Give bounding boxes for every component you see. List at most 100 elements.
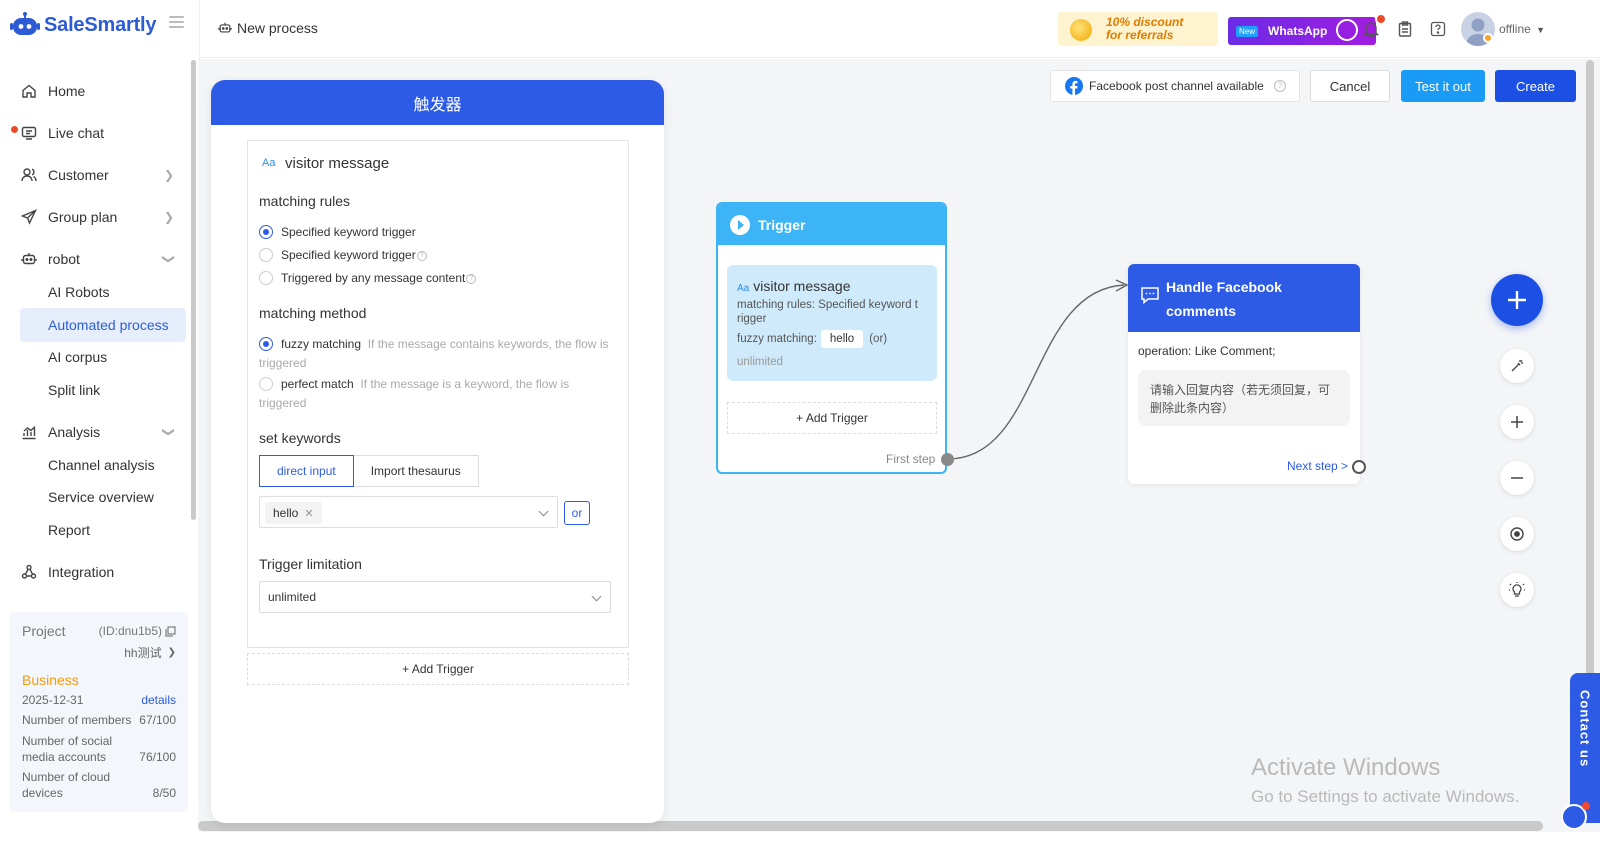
method-name: perfect match	[281, 377, 354, 391]
radio-selected[interactable]	[259, 337, 273, 351]
scroll-track	[198, 832, 1600, 848]
activation-watermark-subtitle: Go to Settings to activate Windows.	[1251, 787, 1520, 806]
help-icon[interactable]: ?	[416, 250, 427, 261]
keyword-source-tabs: direct input Import thesaurus	[259, 455, 479, 487]
add-trigger-button[interactable]: + Add Trigger	[247, 653, 629, 685]
recenter-button[interactable]	[1500, 517, 1534, 551]
method-radio-fuzzy[interactable]: fuzzy matching If the message contains k…	[259, 335, 609, 373]
test-button[interactable]: Test it out	[1401, 70, 1485, 102]
sidebar-item-ai-corpus[interactable]: AI corpus	[20, 340, 186, 374]
zoom-in-button[interactable]	[1500, 405, 1534, 439]
clipboard-icon[interactable]	[1395, 19, 1415, 39]
sidebar-item-channel-analysis[interactable]: Channel analysis	[20, 448, 186, 482]
sidebar-item-live-chat[interactable]: Live chat	[0, 116, 196, 150]
sidebar-item-split-link[interactable]: Split link	[20, 373, 186, 407]
method-radio-perfect[interactable]: perfect match If the message is a keywor…	[259, 375, 609, 413]
first-step-label: First step	[886, 452, 936, 466]
rule-radio-keyword[interactable]: Specified keyword trigger	[259, 225, 416, 239]
output-port[interactable]	[1352, 460, 1366, 474]
robot-icon	[20, 250, 38, 268]
summary-method: fuzzy matching:	[737, 333, 817, 345]
details-link[interactable]: details	[141, 693, 176, 707]
copy-icon[interactable]	[165, 626, 176, 637]
sidebar-item-robot[interactable]: robot ❯	[0, 242, 196, 276]
sidebar-item-analysis[interactable]: Analysis ❯	[0, 415, 196, 449]
cancel-button[interactable]: Cancel	[1310, 70, 1390, 102]
status-dropdown[interactable]: offline ▼	[1499, 22, 1545, 36]
help-icon[interactable]: ?	[1273, 80, 1286, 92]
or-button[interactable]: or	[564, 501, 590, 525]
menu-toggle-icon[interactable]	[169, 16, 184, 28]
sidebar-scrollbar[interactable]	[191, 60, 196, 520]
sidebar-item-report[interactable]: Report	[20, 513, 186, 547]
tips-button[interactable]	[1500, 573, 1534, 607]
chevron-right-icon[interactable]: ❯	[168, 647, 176, 658]
members-value: 67/100	[139, 713, 176, 727]
trigger-summary-card[interactable]: Aa visitor message matching rules: Specif…	[727, 265, 937, 381]
set-keywords-label: set keywords	[259, 430, 341, 446]
whatsapp-promo-banner[interactable]: New WhatsApp	[1228, 17, 1376, 45]
project-name[interactable]: hh测试	[124, 644, 161, 661]
node-add-trigger-button[interactable]: + Add Trigger	[727, 402, 937, 434]
fb-channel-notice: Facebook post channel available ?	[1050, 70, 1300, 102]
close-icon[interactable]: ✕	[304, 507, 313, 520]
sidebar-item-ai-robots[interactable]: AI Robots	[20, 275, 186, 309]
plus-icon	[1508, 291, 1526, 309]
sidebar-item-customer[interactable]: Customer ❯	[0, 158, 196, 192]
tab-direct-input[interactable]: direct input	[259, 455, 354, 487]
sidebar-item-home[interactable]: Home	[0, 74, 196, 108]
auto-layout-button[interactable]	[1500, 349, 1534, 383]
sidebar-item-label: robot	[48, 251, 80, 267]
radio-unselected[interactable]	[259, 248, 273, 262]
logo-text: SaleSmartly	[44, 13, 157, 36]
sidebar-item-service-overview[interactable]: Service overview	[20, 480, 186, 514]
reply-content-box[interactable]: 请输入回复内容（若无须回复，可删除此条内容）	[1138, 370, 1350, 426]
keyword-select[interactable]: hello ✕	[259, 496, 558, 528]
zoom-out-button[interactable]	[1500, 461, 1534, 495]
node-title-line1: Handle Facebook	[1166, 279, 1282, 295]
sidebar-item-automated-process[interactable]: Automated process	[20, 308, 186, 342]
target-icon	[1510, 527, 1524, 541]
social-value: 76/100	[139, 750, 176, 764]
vertical-scrollbar[interactable]	[1586, 60, 1594, 680]
help-icon[interactable]	[1428, 19, 1448, 39]
radio-unselected[interactable]	[259, 271, 273, 285]
flow-node-facebook-comments[interactable]: Handle Facebook comments operation: Like…	[1128, 264, 1360, 484]
rule-radio-keyword-2[interactable]: Specified keyword trigger?	[259, 248, 427, 262]
flow-node-trigger[interactable]: Trigger Aa visitor message matching rules…	[716, 202, 947, 474]
members-label: Number of members	[22, 713, 132, 727]
output-port[interactable]	[941, 453, 954, 466]
summary-keyword-chip: hello	[820, 330, 864, 348]
tab-import-thesaurus[interactable]: Import thesaurus	[353, 455, 479, 487]
radio-selected[interactable]	[259, 225, 273, 239]
play-icon	[730, 214, 750, 235]
node-title-line2: comments	[1166, 303, 1237, 319]
sidebar-item-label: Home	[48, 83, 86, 99]
help-icon[interactable]: ?	[466, 273, 477, 284]
create-button[interactable]: Create	[1495, 70, 1576, 102]
sidebar-item-group-plan[interactable]: Group plan ❯	[0, 200, 196, 234]
plan-expiry: 2025-12-31	[22, 693, 84, 707]
whatsapp-icon	[1336, 19, 1358, 41]
chevron-down-icon	[591, 591, 602, 602]
next-step-link[interactable]: Next step >	[1287, 459, 1348, 473]
lightbulb-icon	[1509, 582, 1525, 597]
trigger-limitation-select[interactable]: unlimited	[259, 581, 611, 613]
project-label: Project	[22, 623, 66, 639]
unread-dot	[1582, 802, 1590, 810]
rule-label: Specified keyword trigger	[281, 248, 416, 262]
comment-icon	[1140, 286, 1160, 311]
logo[interactable]: SaleSmartly	[10, 10, 157, 40]
add-node-button[interactable]	[1491, 274, 1543, 326]
rule-radio-any-message[interactable]: Triggered by any message content?	[259, 271, 477, 285]
radio-unselected[interactable]	[259, 377, 273, 391]
cloud-label: Number of cloud devices	[22, 770, 111, 800]
summary-limit: unlimited	[737, 356, 784, 368]
referral-promo-banner[interactable]: 10% discount for referrals	[1058, 12, 1218, 46]
trigger-panel: 触发器 Aa visitor message matching rules Sp…	[211, 80, 664, 823]
trigger-panel-title: 触发器	[211, 80, 664, 125]
magic-wand-icon	[1511, 360, 1523, 372]
promo-line2: for referrals	[1106, 28, 1174, 42]
sidebar-item-label: Analysis	[48, 424, 101, 440]
sidebar-item-integration[interactable]: Integration	[0, 555, 196, 589]
